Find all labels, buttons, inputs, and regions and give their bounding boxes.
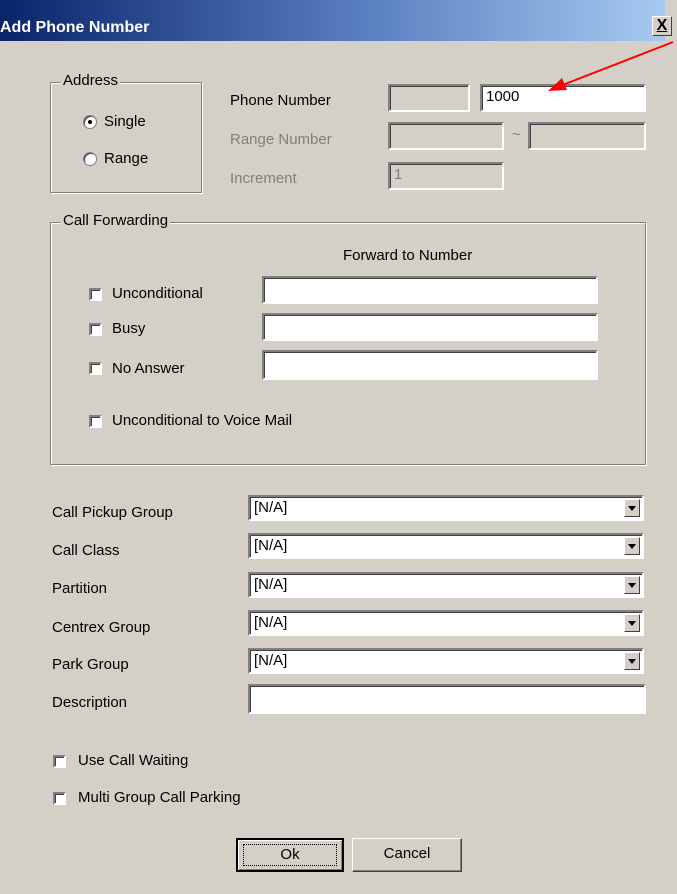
- use-call-waiting-checkbox[interactable]: [53, 755, 66, 768]
- centrex-group-label: Centrex Group: [52, 619, 151, 636]
- voicemail-label: Unconditional to Voice Mail: [112, 412, 293, 429]
- address-legend: Address: [61, 72, 121, 89]
- voicemail-checkbox[interactable]: [89, 415, 102, 428]
- range-start-field: [388, 122, 504, 150]
- no-answer-checkbox[interactable]: [89, 362, 102, 375]
- call-pickup-group-value: [N/A]: [254, 499, 288, 516]
- partition-select[interactable]: [N/A]: [248, 572, 644, 598]
- radio-range[interactable]: [83, 152, 97, 166]
- centrex-group-value: [N/A]: [254, 614, 288, 631]
- chevron-down-icon[interactable]: [624, 652, 640, 670]
- unconditional-forward-field[interactable]: [262, 276, 598, 304]
- partition-value: [N/A]: [254, 576, 288, 593]
- unconditional-checkbox[interactable]: [89, 288, 102, 301]
- focus-rect: [243, 844, 337, 866]
- partition-label: Partition: [52, 580, 108, 597]
- unconditional-label: Unconditional: [112, 285, 203, 302]
- call-pickup-group-label: Call Pickup Group: [52, 504, 173, 521]
- cancel-button[interactable]: Cancel: [352, 838, 462, 872]
- radio-range-label: Range: [104, 150, 149, 167]
- ok-button[interactable]: Ok: [236, 838, 344, 872]
- window-title: Add Phone Number: [0, 19, 150, 36]
- call-class-value: [N/A]: [254, 537, 288, 554]
- range-separator: ~: [512, 126, 521, 143]
- cancel-button-label: Cancel: [383, 845, 431, 862]
- red-arrow-icon: [548, 41, 674, 91]
- address-groupbox: [50, 82, 202, 193]
- radio-single-label: Single: [104, 113, 146, 130]
- busy-checkbox[interactable]: [89, 323, 102, 336]
- park-group-label: Park Group: [52, 656, 129, 673]
- range-number-label: Range Number: [230, 131, 332, 148]
- call-pickup-group-select[interactable]: [N/A]: [248, 495, 644, 521]
- title-bar: Add Phone Number X: [0, 0, 672, 41]
- park-group-value: [N/A]: [254, 652, 288, 669]
- centrex-group-select[interactable]: [N/A]: [248, 610, 644, 636]
- close-icon[interactable]: X: [652, 16, 672, 36]
- no-answer-label: No Answer: [112, 360, 185, 377]
- chevron-down-icon[interactable]: [624, 537, 640, 555]
- increment-field: 1: [388, 162, 504, 190]
- phone-prefix-field: [388, 84, 470, 112]
- park-group-select[interactable]: [N/A]: [248, 648, 644, 674]
- call-class-label: Call Class: [52, 542, 120, 559]
- increment-label: Increment: [230, 170, 297, 187]
- use-call-waiting-label: Use Call Waiting: [78, 752, 189, 769]
- description-field[interactable]: [248, 684, 646, 714]
- description-label: Description: [52, 694, 128, 711]
- no-answer-forward-field[interactable]: [262, 350, 598, 380]
- chevron-down-icon[interactable]: [624, 614, 640, 632]
- multi-group-call-parking-checkbox[interactable]: [53, 792, 66, 805]
- forward-to-number-header: Forward to Number: [343, 247, 473, 264]
- call-class-select[interactable]: [N/A]: [248, 533, 644, 559]
- range-end-field: [528, 122, 646, 150]
- call-forwarding-legend: Call Forwarding: [61, 212, 171, 229]
- chevron-down-icon[interactable]: [624, 576, 640, 594]
- chevron-down-icon[interactable]: [624, 499, 640, 517]
- multi-group-call-parking-label: Multi Group Call Parking: [78, 789, 241, 806]
- radio-single[interactable]: [83, 115, 97, 129]
- busy-label: Busy: [112, 320, 146, 337]
- phone-number-label: Phone Number: [230, 92, 331, 109]
- busy-forward-field[interactable]: [262, 313, 598, 341]
